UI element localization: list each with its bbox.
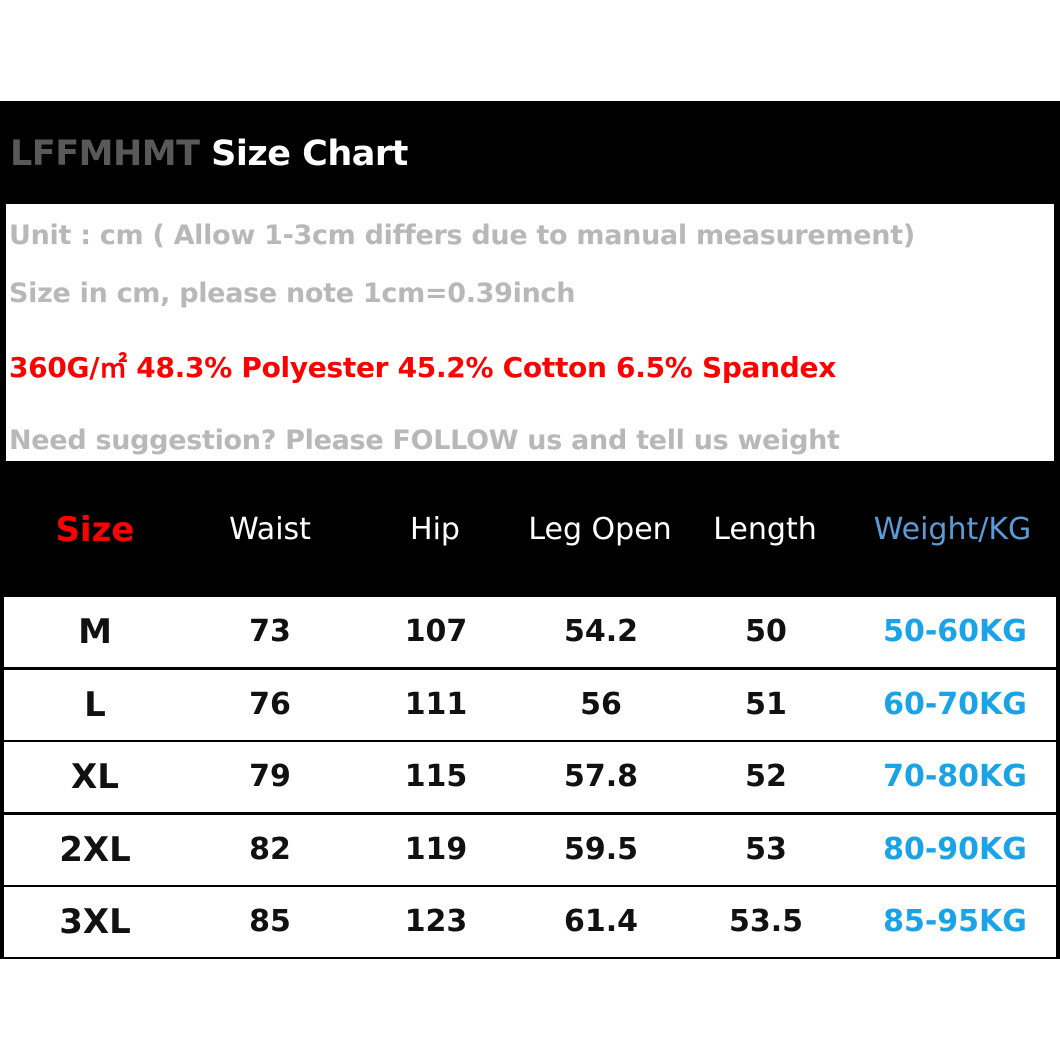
cell-weight: 80-90KG — [883, 832, 1027, 867]
info-panel: Unit : cm ( Allow 1-3cm differs due to m… — [6, 204, 1054, 461]
cell-size: 2XL — [59, 830, 131, 870]
cell-length: 53.5 — [728, 904, 804, 939]
cell-size: M — [78, 612, 112, 652]
cell-leg-open: 54.2 — [563, 614, 639, 649]
cell-hip: 119 — [404, 832, 468, 867]
column-header-size: Size — [55, 510, 135, 550]
conversion-note: Size in cm, please note 1cm=0.39inch — [9, 278, 576, 309]
cell-leg-open: 57.8 — [563, 759, 639, 794]
cell-hip: 111 — [404, 687, 468, 722]
cell-waist: 85 — [249, 904, 291, 939]
cell-length: 53 — [745, 832, 787, 867]
cell-hip: 115 — [404, 759, 468, 794]
table-row: XL 79 115 57.8 52 70-80KG — [4, 742, 1056, 812]
cell-length: 52 — [745, 759, 787, 794]
cell-waist: 73 — [249, 614, 291, 649]
cell-leg-open: 59.5 — [563, 832, 639, 867]
cell-waist: 82 — [249, 832, 291, 867]
cell-weight: 85-95KG — [883, 904, 1027, 939]
table-row: 3XL 85 123 61.4 53.5 85-95KG — [4, 887, 1056, 957]
cell-size: L — [84, 685, 106, 725]
fabric-note: 360G/㎡ 48.3% Polyester 45.2% Cotton 6.5%… — [9, 351, 836, 384]
title-text: Size Chart — [211, 134, 408, 174]
brand-name: LFFMHMT — [10, 134, 200, 174]
cell-leg-open: 56 — [580, 687, 622, 722]
unit-note: Unit : cm ( Allow 1-3cm differs due to m… — [9, 220, 915, 251]
cell-weight: 70-80KG — [883, 759, 1027, 794]
chart-title: LFFMHMT Size Chart — [10, 130, 408, 178]
cell-size: 3XL — [59, 902, 131, 942]
table-row: M 73 107 54.2 50 50-60KG — [4, 597, 1056, 667]
column-header-leg-open: Leg Open — [528, 512, 672, 547]
cell-leg-open: 61.4 — [563, 904, 639, 939]
cell-waist: 76 — [249, 687, 291, 722]
column-header-length: Length — [713, 512, 817, 547]
suggestion-note: Need suggestion? Please FOLLOW us and te… — [9, 425, 840, 456]
cell-weight: 60-70KG — [883, 687, 1027, 722]
cell-waist: 79 — [249, 759, 291, 794]
cell-weight: 50-60KG — [883, 614, 1027, 649]
column-header-waist: Waist — [229, 512, 311, 547]
table-row: L 76 111 56 51 60-70KG — [4, 670, 1056, 740]
cell-length: 51 — [745, 687, 787, 722]
cell-hip: 107 — [404, 614, 468, 649]
cell-length: 50 — [745, 614, 787, 649]
column-header-weight: Weight/KG — [873, 512, 1032, 547]
column-header-hip: Hip — [410, 512, 460, 547]
cell-size: XL — [71, 757, 119, 797]
table-row: 2XL 82 119 59.5 53 80-90KG — [4, 815, 1056, 885]
cell-hip: 123 — [404, 904, 468, 939]
